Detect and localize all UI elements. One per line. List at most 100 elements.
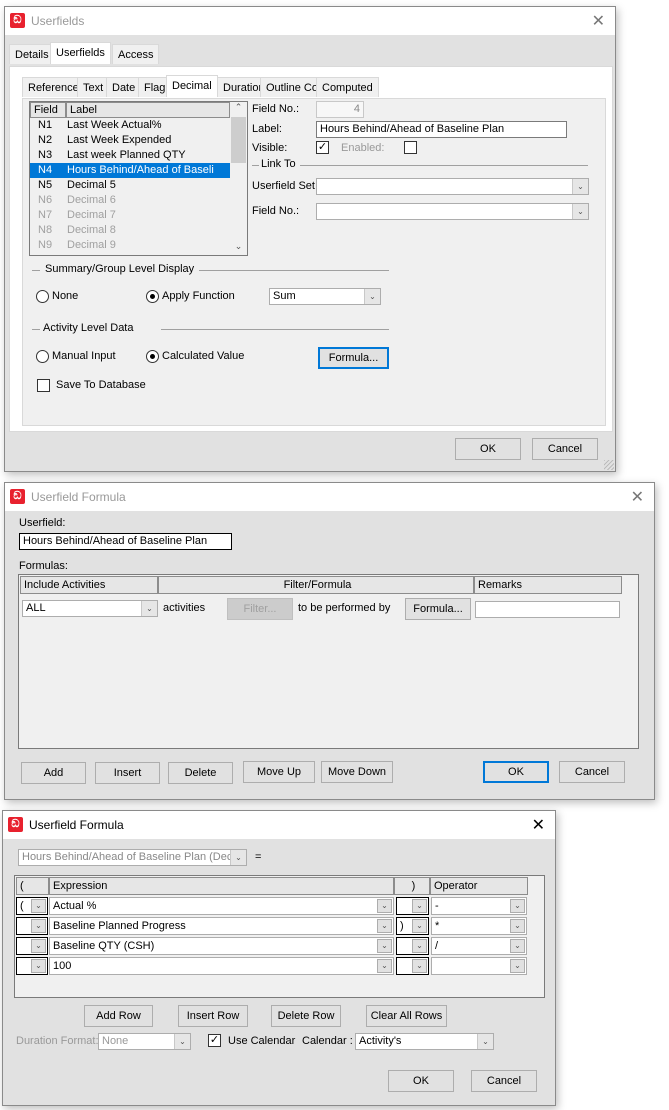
function-select[interactable]: Sum ⌄ <box>269 288 381 305</box>
close-icon[interactable]: ✕ <box>532 815 545 835</box>
list-item[interactable]: N7 Decimal 7 <box>30 208 230 223</box>
open-paren-select[interactable]: ⌄ <box>16 937 48 955</box>
chevron-down-icon[interactable]: ⌄ <box>377 959 392 973</box>
cancel-button[interactable]: Cancel <box>532 438 598 460</box>
field-no-input[interactable]: 4 <box>316 101 364 118</box>
target-field-select[interactable]: Hours Behind/Ahead of Baseline Plan (Dec… <box>18 849 247 866</box>
ok-button[interactable]: OK <box>483 761 549 783</box>
expression-select[interactable]: Actual % ⌄ <box>49 897 394 915</box>
delete-row-button[interactable]: Delete Row <box>271 1005 341 1027</box>
scroll-up-icon[interactable]: ⌃ <box>230 102 247 116</box>
add-row-button[interactable]: Add Row <box>84 1005 153 1027</box>
chevron-down-icon[interactable]: ⌄ <box>572 179 588 194</box>
chevron-down-icon[interactable]: ⌄ <box>31 919 46 933</box>
chevron-down-icon[interactable]: ⌄ <box>31 959 46 973</box>
move-up-button[interactable]: Move Up <box>243 761 315 783</box>
chevron-down-icon[interactable]: ⌄ <box>377 899 392 913</box>
remarks-input[interactable] <box>475 601 620 618</box>
header-remarks[interactable]: Remarks <box>474 576 622 594</box>
subtab-decimal[interactable]: Decimal <box>166 75 218 97</box>
close-icon[interactable]: ✕ <box>631 487 644 507</box>
delete-button[interactable]: Delete <box>168 762 233 784</box>
expression-select[interactable]: Baseline Planned Progress ⌄ <box>49 917 394 935</box>
header-close-paren[interactable]: ) <box>394 877 430 895</box>
insert-row-button[interactable]: Insert Row <box>178 1005 248 1027</box>
chevron-down-icon[interactable]: ⌄ <box>230 850 246 865</box>
chevron-down-icon[interactable]: ⌄ <box>510 899 525 913</box>
operator-select[interactable]: / ⌄ <box>431 937 527 955</box>
subtab-date[interactable]: Date <box>106 77 142 97</box>
tab-userfields[interactable]: Userfields <box>50 42 111 64</box>
add-button[interactable]: Add <box>21 762 86 784</box>
expression-select[interactable]: 100 ⌄ <box>49 957 394 975</box>
filter-button[interactable]: Filter... <box>227 598 293 620</box>
insert-button[interactable]: Insert <box>95 762 160 784</box>
scroll-down-icon[interactable]: ⌄ <box>230 241 247 255</box>
header-include-activities[interactable]: Include Activities <box>20 576 158 594</box>
chevron-down-icon[interactable]: ⌄ <box>141 601 157 616</box>
userfield-input[interactable]: Hours Behind/Ahead of Baseline Plan <box>19 533 232 550</box>
chevron-down-icon[interactable]: ⌄ <box>572 204 588 219</box>
save-to-database-checkbox[interactable] <box>37 379 50 392</box>
apply-function-radio[interactable] <box>146 290 159 303</box>
chevron-down-icon[interactable]: ⌄ <box>510 939 525 953</box>
duration-format-select[interactable]: None ⌄ <box>98 1033 191 1050</box>
open-paren-select[interactable]: ⌄ <box>16 957 48 975</box>
clear-all-rows-button[interactable]: Clear All Rows <box>366 1005 447 1027</box>
header-expression[interactable]: Expression <box>49 877 394 895</box>
calculated-value-radio[interactable] <box>146 350 159 363</box>
userfield-list[interactable]: Field Label N1 Last Week Actual% N2 Last We… <box>29 101 248 256</box>
header-operator[interactable]: Operator <box>430 877 528 895</box>
chevron-down-icon[interactable]: ⌄ <box>174 1034 190 1049</box>
chevron-down-icon[interactable]: ⌄ <box>510 919 525 933</box>
list-header-field[interactable]: Field <box>30 102 66 118</box>
cancel-button[interactable]: Cancel <box>559 761 625 783</box>
list-item[interactable]: N8 Decimal 8 <box>30 223 230 238</box>
chevron-down-icon[interactable]: ⌄ <box>477 1034 493 1049</box>
list-item[interactable]: N1 Last Week Actual% <box>30 118 230 133</box>
chevron-down-icon[interactable]: ⌄ <box>412 899 427 913</box>
include-activities-select[interactable]: ALL ⌄ <box>22 600 158 617</box>
list-item[interactable]: N4 Hours Behind/Ahead of Baseli <box>30 163 230 178</box>
visible-checkbox[interactable]: ✓ <box>316 141 329 154</box>
operator-select[interactable]: ⌄ <box>431 957 527 975</box>
none-radio[interactable] <box>36 290 49 303</box>
link-field-no-select[interactable]: ⌄ <box>316 203 589 220</box>
row-formula-button[interactable]: Formula... <box>405 598 471 620</box>
resize-grip-icon[interactable] <box>604 460 614 470</box>
header-open-paren[interactable]: ( <box>16 877 49 895</box>
open-paren-select[interactable]: ⌄ <box>16 917 48 935</box>
open-paren-select[interactable]: (⌄ <box>16 897 48 915</box>
ok-button[interactable]: OK <box>455 438 521 460</box>
list-item[interactable]: N9 Decimal 9 <box>30 238 230 253</box>
subtab-text[interactable]: Text <box>77 77 110 97</box>
expression-select[interactable]: Baseline QTY (CSH) ⌄ <box>49 937 394 955</box>
close-icon[interactable]: ✕ <box>592 11 605 31</box>
subtab-computed[interactable]: Computed <box>316 77 379 97</box>
label-input[interactable]: Hours Behind/Ahead of Baseline Plan <box>316 121 567 138</box>
tab-access[interactable]: Access <box>112 44 160 64</box>
enabled-checkbox[interactable] <box>404 141 417 154</box>
chevron-down-icon[interactable]: ⌄ <box>412 919 427 933</box>
list-item[interactable]: N3 Last week Planned QTY <box>30 148 230 163</box>
operator-select[interactable]: - ⌄ <box>431 897 527 915</box>
operator-select[interactable]: * ⌄ <box>431 917 527 935</box>
chevron-down-icon[interactable]: ⌄ <box>412 939 427 953</box>
chevron-down-icon[interactable]: ⌄ <box>412 959 427 973</box>
subtab-reference[interactable]: Reference <box>22 77 85 97</box>
list-item[interactable]: N5 Decimal 5 <box>30 178 230 193</box>
ok-button[interactable]: OK <box>388 1070 454 1092</box>
list-header-label[interactable]: Label <box>66 102 230 118</box>
chevron-down-icon[interactable]: ⌄ <box>377 939 392 953</box>
close-paren-select[interactable]: ⌄ <box>396 957 429 975</box>
list-scrollbar[interactable]: ⌃ ⌄ <box>230 102 247 255</box>
list-item[interactable]: N6 Decimal 6 <box>30 193 230 208</box>
header-filter-formula[interactable]: Filter/Formula <box>158 576 474 594</box>
cancel-button[interactable]: Cancel <box>471 1070 537 1092</box>
move-down-button[interactable]: Move Down <box>321 761 393 783</box>
chevron-down-icon[interactable]: ⌄ <box>364 289 380 304</box>
chevron-down-icon[interactable]: ⌄ <box>31 899 46 913</box>
list-item[interactable]: N2 Last Week Expended <box>30 133 230 148</box>
scroll-thumb[interactable] <box>231 117 246 163</box>
chevron-down-icon[interactable]: ⌄ <box>31 939 46 953</box>
